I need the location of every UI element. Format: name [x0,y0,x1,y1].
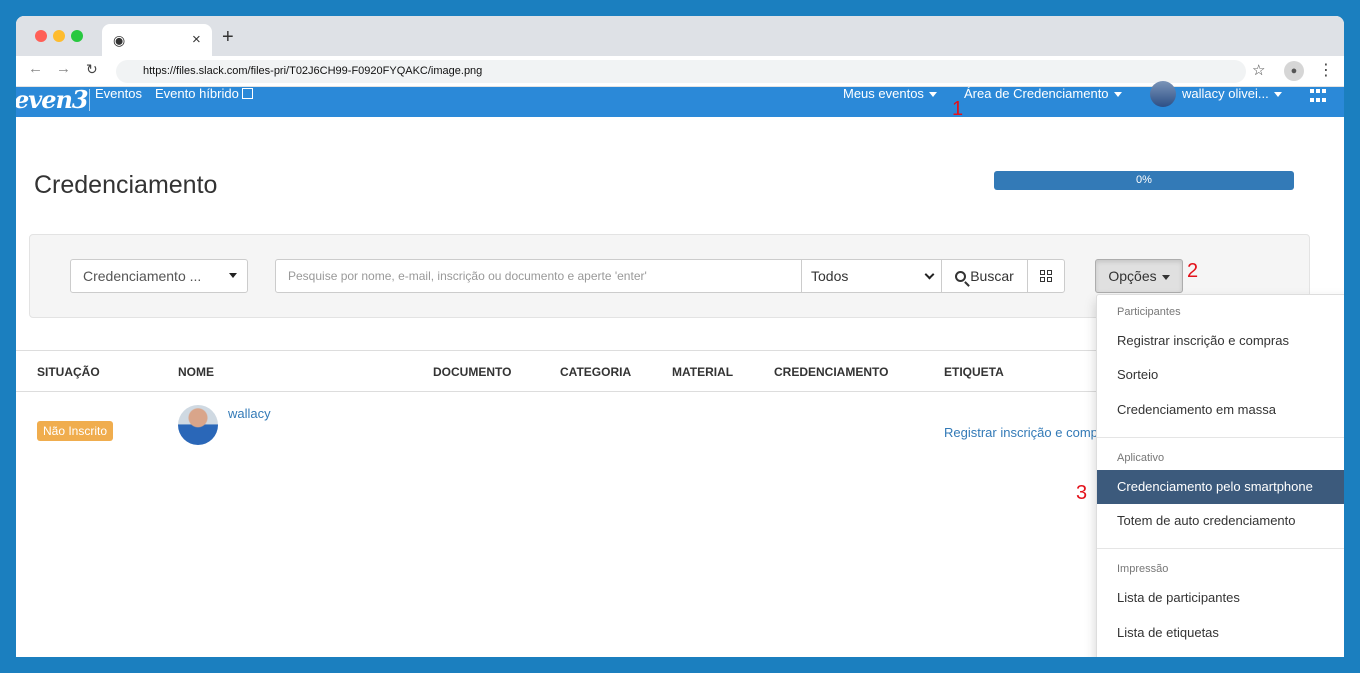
nav-link-evento-hibrido[interactable]: Evento híbrido [155,87,253,101]
tab-close-icon[interactable]: × [192,31,201,48]
minimize-window-button[interactable] [53,30,65,42]
caret-down-icon [928,92,937,98]
menu-item-credenciamento-em-massa[interactable]: Credenciamento em massa [1097,393,1344,427]
column-header-documento[interactable]: DOCUMENTO [433,365,511,379]
browser-menu-icon[interactable]: ⋮ [1318,60,1334,80]
apps-grid-icon[interactable] [1310,89,1326,105]
status-select[interactable]: Todos [801,259,942,293]
reload-icon[interactable]: ↻ [86,61,98,78]
qr-code-button[interactable] [1027,259,1065,293]
column-header-material[interactable]: MATERIAL [672,365,733,379]
nav-menu-user[interactable]: wallacy olivei... [1182,87,1282,101]
table-header: SITUAÇÃO NOME DOCUMENTO CATEGORIA MATERI… [16,350,1096,392]
menu-item-credenciamento-smartphone[interactable]: Credenciamento pelo smartphone [1097,470,1344,504]
nav-link-evento-hibrido-label: Evento híbrido [155,86,239,101]
chevron-down-icon [924,269,935,280]
status-select-value: Todos [811,268,849,284]
menu-item-lista-etiquetas[interactable]: Lista de etiquetas [1097,616,1344,650]
page-title: Credenciamento [34,171,218,199]
browser-toolbar: ← → ↻ https://files.slack.com/files-pri/… [16,56,1344,87]
bookmark-star-icon[interactable]: ☆ [1252,61,1265,79]
column-header-etiqueta[interactable]: ETIQUETA [944,365,1004,379]
menu-item-lista-participantes[interactable]: Lista de participantes [1097,581,1344,615]
browser-tab[interactable]: ◉ × [102,24,212,56]
column-header-nome[interactable]: NOME [178,365,214,379]
even3-logo[interactable]: even3 [16,85,89,114]
select-arrow-icon [229,273,237,278]
maximize-window-button[interactable] [71,30,83,42]
options-dropdown-menu: Participantes Registrar inscrição e comp… [1096,294,1344,657]
external-link-icon [241,88,253,99]
menu-header-impressao: Impressão [1117,563,1169,575]
participant-name-link[interactable]: wallacy [228,406,271,421]
annotation-3: 3 [1076,482,1088,504]
nav-menu-user-label: wallacy olivei... [1182,86,1269,101]
annotation-2: 2 [1187,260,1199,282]
column-header-credenciamento[interactable]: CREDENCIAMENTO [774,365,888,379]
column-header-categoria[interactable]: CATEGORIA [560,365,631,379]
user-avatar[interactable] [1150,81,1176,107]
annotation-1: 1 [952,98,964,120]
column-header-situacao[interactable]: SITUAÇÃO [37,365,100,379]
back-arrow-icon[interactable]: ← [28,60,43,77]
search-icon [955,271,967,282]
browser-window: ◉ × + ← → ↻ https://files.slack.com/file… [16,16,1344,657]
menu-header-aplicativo: Aplicativo [1117,452,1165,464]
participant-avatar [178,405,218,445]
caret-down-icon [1161,274,1170,280]
register-link[interactable]: Registrar inscrição e compras [944,425,1096,440]
menu-header-participantes: Participantes [1117,306,1181,318]
new-tab-button[interactable]: + [222,26,234,49]
qr-code-icon [1040,270,1052,282]
progress-fill: 0% [994,171,1294,190]
menu-divider [1097,548,1344,549]
credenciamento-select[interactable]: Credenciamento ... [70,259,248,293]
search-input[interactable]: Pesquise por nome, e-mail, inscrição ou … [275,259,802,293]
nav-menu-meus-eventos[interactable]: Meus eventos [843,87,937,101]
search-button-label: Buscar [970,268,1014,284]
progress-bar: 0% [994,171,1294,190]
nav-menu-area-credenciamento-label: Área de Credenciamento [964,86,1109,101]
browser-tabstrip: ◉ × + [16,16,1344,56]
menu-item-totem-auto-credenciamento[interactable]: Totem de auto credenciamento [1097,504,1344,538]
address-bar[interactable]: https://files.slack.com/files-pri/T02J6C… [116,60,1246,83]
forward-arrow-icon[interactable]: → [56,60,71,77]
status-badge: Não Inscrito [37,421,114,441]
profile-icon[interactable]: ● [1284,61,1304,81]
search-button[interactable]: Buscar [941,259,1028,293]
options-button-label: Opções [1108,268,1157,284]
chrome-favicon-icon: ◉ [113,32,126,48]
nav-menu-meus-eventos-label: Meus eventos [843,86,924,101]
menu-divider [1097,437,1344,438]
nav-link-eventos[interactable]: Eventos [95,87,142,101]
close-window-button[interactable] [35,30,47,42]
app-navbar: even3 Eventos Evento híbrido Meus evento… [16,81,1344,117]
menu-item-sorteio[interactable]: Sorteio [1097,358,1344,392]
logo-divider [89,89,90,111]
nav-menu-area-credenciamento[interactable]: Área de Credenciamento [964,87,1122,101]
credenciamento-select-value: Credenciamento ... [83,268,202,284]
menu-item-registrar-inscricao[interactable]: Registrar inscrição e compras [1097,324,1344,358]
caret-down-icon [1273,92,1282,98]
options-button[interactable]: Opções [1095,259,1183,293]
caret-down-icon [1113,92,1122,98]
